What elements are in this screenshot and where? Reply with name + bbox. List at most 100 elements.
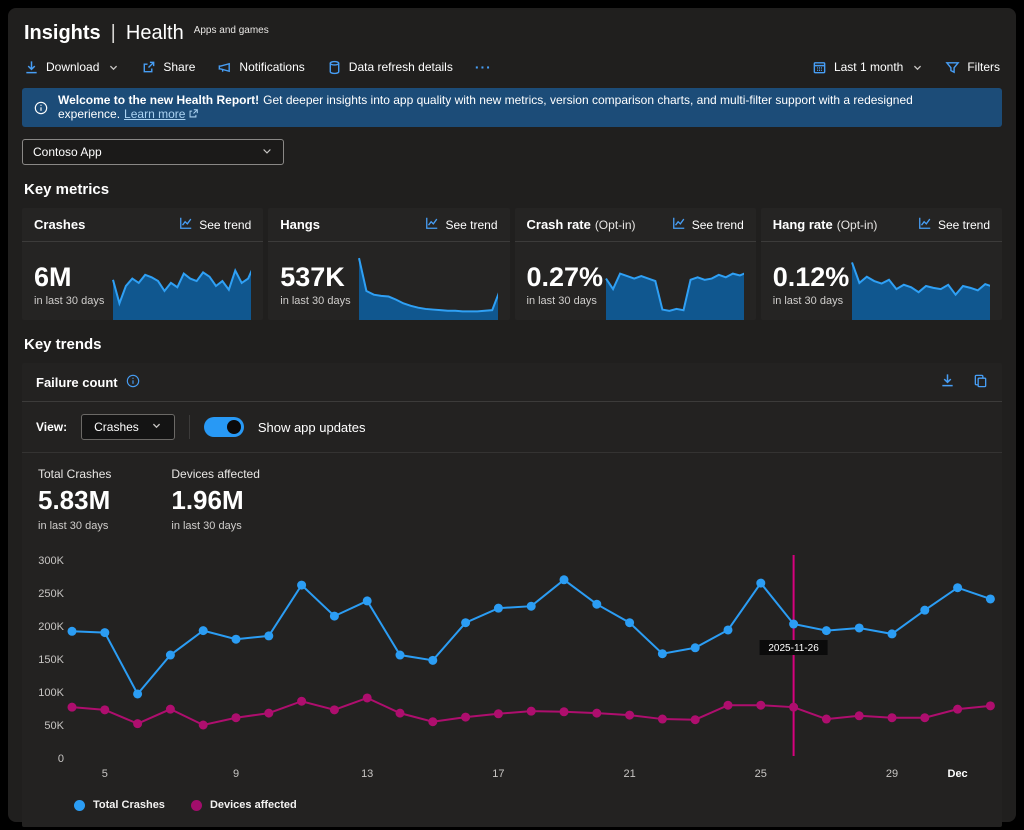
date-range-label: Last 1 month [834,60,903,74]
svg-text:21: 21 [623,768,635,780]
filter-icon [945,60,960,75]
notifications-button[interactable]: Notifications [217,60,304,75]
download-button[interactable]: Download [24,60,119,75]
svg-text:200K: 200K [38,621,64,633]
sparkline-chart [605,250,744,320]
chevron-down-icon [108,62,119,73]
metric-period: in last 30 days [773,295,851,307]
metric-title: Crash rate(Opt-in) [527,217,636,232]
divider [189,415,190,439]
svg-text:2025-11-26: 2025-11-26 [768,643,819,654]
svg-text:0: 0 [58,753,64,765]
metric-value: 6M [34,263,112,291]
metric-period: in last 30 days [34,295,112,307]
sparkline-chart [358,250,497,320]
info-icon [34,101,48,115]
chevron-down-icon [151,420,162,434]
metric-period: in last 30 days [280,295,358,307]
more-options-button[interactable]: ··· [475,59,492,75]
page-title: Insights | Health Apps and games [22,18,1002,45]
metric-title: Hang rate(Opt-in) [773,217,878,232]
show-app-updates-label: Show app updates [258,420,366,435]
calendar-icon [812,60,827,75]
metric-card-hangs: Hangs See trend 537K in last 30 days [268,208,509,320]
view-dropdown-value: Crashes [94,420,139,434]
share-icon [141,60,156,75]
failure-count-title: Failure count [36,374,140,391]
chart-stats: Total Crashes 5.83M in last 30 days Devi… [22,453,1002,536]
share-label: Share [163,60,195,74]
legend-dot [74,800,85,811]
metric-title: Crashes [34,217,85,232]
view-dropdown[interactable]: Crashes [81,414,175,440]
banner-text: Welcome to the new Health Report!Get dee… [58,93,990,122]
data-refresh-details-button[interactable]: Data refresh details [327,60,453,75]
chevron-down-icon [261,145,273,160]
copy-icon [973,376,988,391]
chart-download-button[interactable] [940,373,955,391]
see-trend-link[interactable]: See trend [425,216,497,233]
key-metrics-heading: Key metrics [24,181,1000,198]
title-apps-and-games: Apps and games [194,25,269,36]
more-icon: ··· [475,59,492,75]
toolbar: Download Share Notifications [22,59,1002,75]
chart-copy-button[interactable] [973,373,988,391]
filters-button[interactable]: Filters [945,60,1000,75]
svg-text:Dec: Dec [948,768,968,780]
svg-text:250K: 250K [38,588,64,600]
banner-bold: Welcome to the new Health Report! [58,93,259,107]
title-health: Health [126,22,184,45]
chart-legend: Total Crashes Devices affected [22,789,1002,827]
legend-item-devices-affected[interactable]: Devices affected [191,799,297,811]
metric-period: in last 30 days [527,295,605,307]
megaphone-icon [217,60,232,75]
sparkline-chart [112,250,251,320]
sparkline-chart [851,250,990,320]
svg-text:13: 13 [361,768,373,780]
svg-text:9: 9 [233,768,239,780]
metric-value: 0.27% [527,263,605,291]
failure-count-card: Failure count View: Crashes Show app upd… [22,363,1002,827]
key-trends-heading: Key trends [24,336,1000,353]
download-icon [24,60,39,75]
title-separator: | [111,22,116,45]
date-range-selector[interactable]: Last 1 month [812,60,923,75]
see-trend-link[interactable]: See trend [179,216,251,233]
info-banner: Welcome to the new Health Report!Get dee… [22,88,1002,127]
legend-dot [191,800,202,811]
key-metrics-cards: Crashes See trend 6M in last 30 days Han… [22,208,1002,320]
trend-chart-icon [918,216,932,233]
svg-text:5: 5 [102,768,108,780]
see-trend-link[interactable]: See trend [672,216,744,233]
trend-chart-icon [672,216,686,233]
health-report-panel: Insights | Health Apps and games Downloa… [8,8,1016,822]
svg-text:17: 17 [492,768,504,780]
app-selector-dropdown[interactable]: Contoso App [22,139,284,165]
metric-card-crashes: Crashes See trend 6M in last 30 days [22,208,263,320]
info-icon[interactable] [126,374,140,391]
legend-item-total-crashes[interactable]: Total Crashes [74,799,165,811]
svg-text:300K: 300K [38,555,64,567]
metric-card-hang-rate: Hang rate(Opt-in) See trend 0.12% in las… [761,208,1002,320]
stat-devices-affected: Devices affected 1.96M in last 30 days [171,467,260,532]
app-selector-value: Contoso App [33,145,102,159]
show-app-updates-toggle[interactable] [204,417,244,437]
data-refresh-label: Data refresh details [349,60,453,74]
download-label: Download [46,60,99,74]
stat-total-crashes: Total Crashes 5.83M in last 30 days [38,467,111,532]
svg-text:25: 25 [755,768,767,780]
svg-text:100K: 100K [38,687,64,699]
metric-title-suffix: (Opt-in) [837,218,878,232]
trend-chart-icon [179,216,193,233]
metric-card-crash-rate: Crash rate(Opt-in) See trend 0.27% in la… [515,208,756,320]
see-trend-link[interactable]: See trend [918,216,990,233]
notifications-label: Notifications [239,60,304,74]
database-icon [327,60,342,75]
failure-count-chart[interactable]: 050K100K150K200K250K300K591317212529Dec2… [28,542,1018,784]
external-link-icon [188,108,199,122]
share-button[interactable]: Share [141,60,195,75]
metric-title: Hangs [280,217,320,232]
svg-text:150K: 150K [38,654,64,666]
svg-text:29: 29 [886,768,898,780]
learn-more-link[interactable]: Learn more [124,107,185,121]
